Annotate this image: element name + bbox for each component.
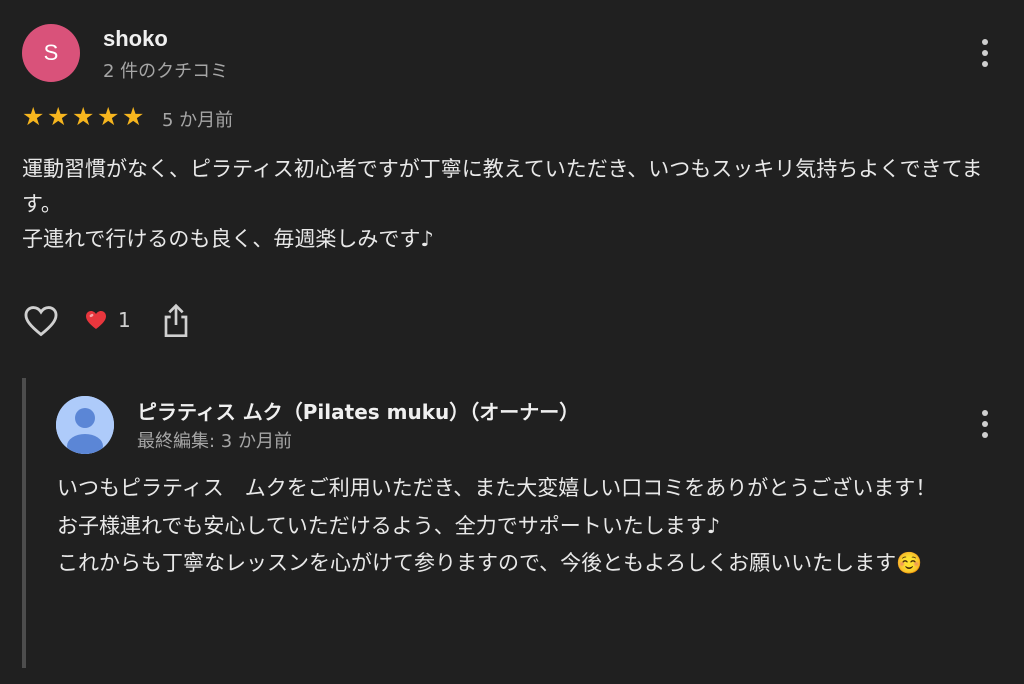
review-text: 運動習慣がなく、ピラティス初心者ですが丁寧に教えていただき、いつもスッキリ気持ち… xyxy=(22,157,983,251)
avatar-initial: S xyxy=(43,40,59,65)
star-icon: ★ xyxy=(22,102,45,131)
reply-more-options-icon[interactable] xyxy=(973,406,997,442)
star-icon: ★ xyxy=(97,102,120,131)
star-icon: ★ xyxy=(47,102,70,131)
star-icon: ★ xyxy=(72,102,95,131)
star-rating: ★ ★ ★ ★ ★ xyxy=(22,104,147,129)
owner-name: ピラティス ムク（Pilates muku）（オーナー） xyxy=(137,400,580,424)
reply-divider xyxy=(22,378,26,668)
reviewer-review-count: 2 件のクチコミ xyxy=(103,61,229,82)
review-card: S shoko 2 件のクチコミ ★ ★ ★ ★ ★ 5 か月前 運動習慣がなく… xyxy=(0,0,1024,684)
review-date: 5 か月前 xyxy=(162,110,234,131)
red-heart-icon[interactable] xyxy=(84,308,108,332)
reviewer-avatar[interactable]: S xyxy=(22,24,80,82)
person-icon xyxy=(56,396,114,454)
share-icon[interactable] xyxy=(160,302,192,340)
heart-outline-icon[interactable] xyxy=(22,302,60,340)
owner-reply-text: いつもピラティス ムクをご利用いただき、また大変嬉しい口コミをありがとうございま… xyxy=(57,476,937,575)
reviewer-name[interactable]: shoko xyxy=(103,26,168,52)
more-options-icon[interactable] xyxy=(973,35,997,71)
owner-avatar[interactable] xyxy=(56,396,114,454)
star-icon: ★ xyxy=(122,102,145,131)
reaction-count: 1 xyxy=(118,308,131,332)
reply-edited-date: 最終編集: 3 か月前 xyxy=(137,431,292,452)
